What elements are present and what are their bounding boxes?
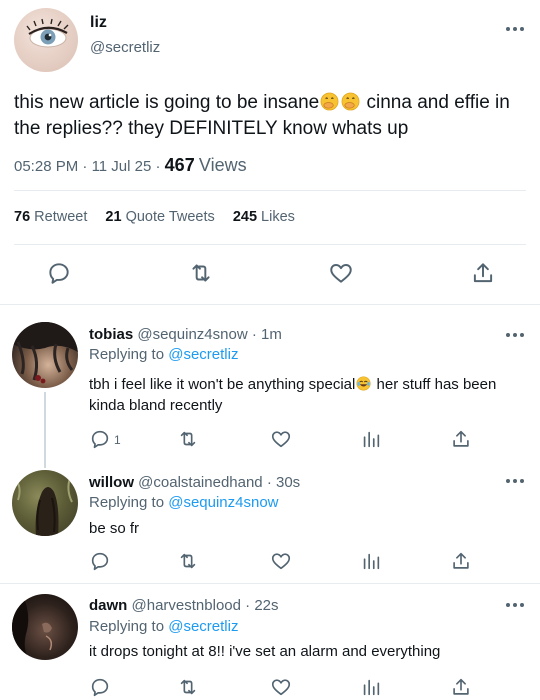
reply-tweet[interactable]: tobias @sequinz4snow · 1m Replying to @s…	[0, 318, 540, 452]
tweet-time[interactable]: 05:28 PM	[14, 158, 78, 175]
replying-to-link[interactable]: @sequinz4snow	[168, 494, 278, 511]
face-with-hand-over-mouth-emoji-icon	[341, 92, 360, 111]
retweet-icon[interactable]	[177, 428, 199, 450]
author-name[interactable]: willow	[89, 474, 134, 491]
tweet-text-part: this new article is going to be insane	[14, 92, 320, 113]
more-options-icon[interactable]	[504, 26, 526, 36]
retweet-icon[interactable]	[177, 550, 199, 572]
analytics-icon[interactable]	[360, 428, 382, 450]
avatar[interactable]	[12, 594, 78, 660]
reply-tweet[interactable]: willow @coalstainedhand · 30s Replying t…	[0, 464, 540, 578]
more-options-icon[interactable]	[504, 332, 526, 342]
avatar[interactable]	[12, 470, 78, 536]
divider	[14, 244, 526, 245]
like-heart-icon[interactable]	[270, 676, 292, 698]
replying-to: Replying to @sequinz4snow	[89, 494, 279, 511]
author-handle[interactable]: @harvestnblood	[132, 597, 241, 614]
divider	[14, 190, 526, 191]
replying-to-link[interactable]: @secretliz	[168, 346, 238, 363]
like-heart-icon[interactable]	[270, 428, 292, 450]
author-name[interactable]: liz	[90, 14, 107, 32]
share-icon[interactable]	[450, 550, 472, 572]
quote-tweets-stat[interactable]: 21 Quote Tweets	[105, 209, 214, 225]
reply-actions	[0, 676, 540, 700]
author-handle[interactable]: @secretliz	[90, 39, 160, 56]
tweet-actions	[0, 258, 540, 290]
tweet-meta: 05:28 PM · 11 Jul 25 · 467 Views	[14, 155, 247, 175]
author-handle[interactable]: @coalstainedhand	[138, 474, 262, 491]
reply-time[interactable]: 30s	[276, 474, 300, 491]
views-label: Views	[198, 155, 247, 175]
share-icon[interactable]	[450, 676, 472, 698]
reply-icon[interactable]	[89, 550, 111, 572]
reply-time[interactable]: 22s	[254, 597, 278, 614]
like-heart-icon[interactable]	[328, 260, 354, 286]
retweets-stat[interactable]: 76 Retweet	[14, 209, 87, 225]
reply-time[interactable]: 1m	[261, 326, 282, 343]
reply-header: dawn @harvestnblood · 22s	[89, 597, 279, 614]
share-icon[interactable]	[470, 260, 496, 286]
tweet-stats: 76 Retweet 21 Quote Tweets 245 Likes	[14, 209, 295, 225]
reply-header: willow @coalstainedhand · 30s	[89, 474, 301, 491]
reply-text: tbh i feel like it won't be anything spe…	[89, 376, 497, 414]
share-icon[interactable]	[450, 428, 472, 450]
reply-text: it drops tonight at 8!! i've set an alar…	[89, 643, 441, 660]
retweet-icon[interactable]	[177, 676, 199, 698]
divider	[0, 583, 540, 584]
face-with-hand-over-mouth-emoji-icon	[320, 92, 339, 111]
views-count: 467	[164, 155, 195, 175]
likes-stat[interactable]: 245 Likes	[233, 209, 295, 225]
replying-to: Replying to @secretliz	[89, 618, 239, 635]
divider	[0, 304, 540, 305]
reply-count: 1	[114, 433, 121, 447]
reply-actions	[0, 550, 540, 574]
more-options-icon[interactable]	[504, 478, 526, 488]
more-options-icon[interactable]	[504, 602, 526, 612]
retweet-icon[interactable]	[188, 260, 214, 286]
avatar[interactable]	[12, 322, 78, 388]
replying-to: Replying to @secretliz	[89, 346, 239, 363]
reply-header: tobias @sequinz4snow · 1m	[89, 326, 282, 343]
analytics-icon[interactable]	[360, 550, 382, 572]
replying-to-link[interactable]: @secretliz	[168, 618, 238, 635]
reply-actions: 1	[0, 428, 540, 452]
reply-icon[interactable]	[46, 260, 72, 286]
reply-icon[interactable]	[89, 676, 111, 698]
analytics-icon[interactable]	[360, 676, 382, 698]
reply-text: be so fr	[89, 520, 140, 537]
author-handle[interactable]: @sequinz4snow	[137, 326, 247, 343]
reply-tweet[interactable]: dawn @harvestnblood · 22s Replying to @s…	[0, 588, 540, 700]
tweet-date[interactable]: 11 Jul 25	[92, 158, 152, 175]
like-heart-icon[interactable]	[270, 550, 292, 572]
author-name[interactable]: dawn	[89, 597, 127, 614]
tears-of-joy-emoji-icon	[356, 376, 371, 391]
avatar[interactable]	[14, 8, 78, 72]
reply-icon[interactable]	[89, 428, 111, 450]
author-name[interactable]: tobias	[89, 326, 133, 343]
tweet-text: this new article is going to be insane c…	[14, 90, 534, 142]
